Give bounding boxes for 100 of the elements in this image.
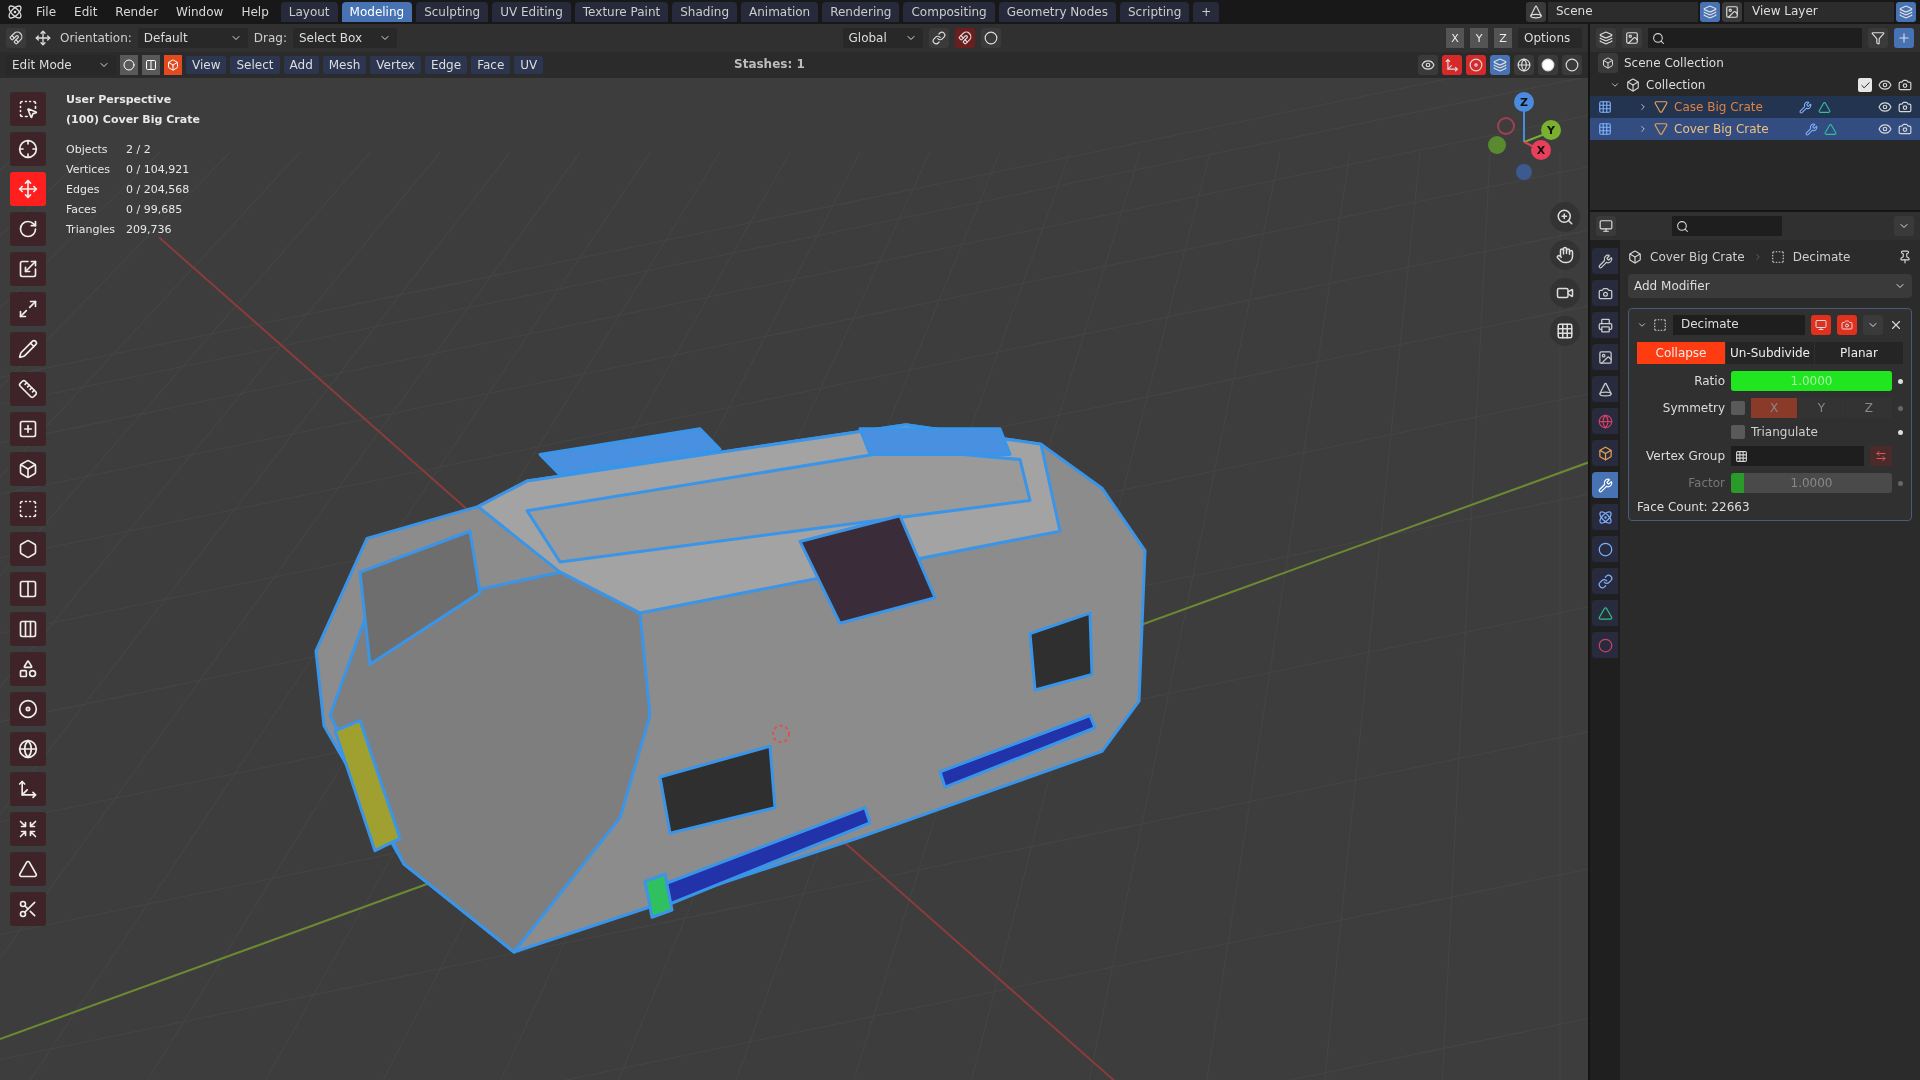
keyframe-dot-icon[interactable] <box>1898 480 1903 486</box>
workspace-tab[interactable]: Geometry Nodes <box>998 2 1116 22</box>
pin-icon[interactable] <box>1898 250 1912 264</box>
view-layer-field[interactable]: View Layer <box>1744 2 1894 22</box>
mirror-axis-toggle[interactable]: X <box>1446 28 1464 48</box>
filter-icon[interactable] <box>1868 28 1888 48</box>
menu-item[interactable]: Help <box>233 5 277 19</box>
columns-icon[interactable] <box>10 572 46 606</box>
transform-orientation-dropdown[interactable]: Global <box>842 28 923 48</box>
mesh-data-icon[interactable] <box>1592 600 1618 626</box>
move-arrows-icon[interactable] <box>10 172 46 206</box>
workspace-tab[interactable]: Shading <box>672 2 737 22</box>
keyframe-dot-icon[interactable] <box>1898 405 1903 411</box>
camera-icon[interactable] <box>1898 122 1912 136</box>
outliner-row[interactable]: Cover Big Crate <box>1590 118 1920 140</box>
edit-mode-icon[interactable] <box>1598 100 1612 114</box>
shapes-icon[interactable] <box>10 652 46 686</box>
menu-item[interactable]: Vertex <box>370 56 421 74</box>
tool-icon[interactable] <box>1592 248 1618 274</box>
zoom-icon[interactable] <box>1550 202 1580 232</box>
menu-item[interactable]: Add <box>283 56 319 74</box>
symmetry-checkbox[interactable] <box>1731 401 1745 415</box>
expand-icon[interactable] <box>1638 102 1648 112</box>
menu-item[interactable]: Render <box>107 5 167 19</box>
link-icon[interactable] <box>1592 568 1618 594</box>
drag-dropdown[interactable]: Select Box <box>293 28 397 48</box>
vertex-select-icon[interactable] <box>120 55 138 75</box>
mode-tab[interactable]: Planar <box>1815 342 1903 364</box>
image-icon[interactable] <box>1622 28 1642 48</box>
mirror-axis-toggle[interactable]: Y <box>1470 28 1488 48</box>
collapse-icon[interactable] <box>1637 320 1647 330</box>
globe-icon[interactable] <box>1592 408 1618 434</box>
grid-icon[interactable] <box>1550 316 1580 346</box>
mesh-data-icon[interactable] <box>1823 122 1837 136</box>
snap-icon[interactable] <box>954 28 975 48</box>
image-icon[interactable] <box>1722 2 1742 22</box>
include-checkbox[interactable] <box>1858 78 1872 92</box>
expand-icon[interactable] <box>1638 124 1648 134</box>
camera-icon[interactable] <box>1898 78 1912 92</box>
crosshair-icon[interactable] <box>10 132 46 166</box>
workspace-tab[interactable]: Sculpting <box>416 2 489 22</box>
add-workspace-button[interactable]: + <box>1193 2 1220 22</box>
eye-icon[interactable] <box>1878 122 1892 136</box>
particles-icon[interactable] <box>1592 504 1618 530</box>
scale-icon[interactable] <box>10 252 46 286</box>
shrink-icon[interactable] <box>10 812 46 846</box>
edit-mode-icon[interactable] <box>1598 122 1612 136</box>
mirror-axis-toggle[interactable]: Z <box>1494 28 1512 48</box>
monitor-icon[interactable] <box>1811 315 1831 335</box>
scene-icon[interactable] <box>1526 2 1546 22</box>
menu-item[interactable]: UV <box>514 56 544 74</box>
tree-item[interactable]: Cover Big Crate <box>1674 122 1769 136</box>
transform-icon[interactable] <box>10 292 46 326</box>
menu-item[interactable]: Edge <box>424 56 468 74</box>
expand-icon[interactable] <box>1610 80 1620 90</box>
move-3d-icon[interactable] <box>10 772 46 806</box>
chevron-icon[interactable] <box>1863 315 1883 335</box>
mode-dropdown[interactable]: Edit Mode <box>6 55 116 75</box>
camera-icon[interactable] <box>1550 278 1580 308</box>
pencil-icon[interactable] <box>10 332 46 366</box>
workspace-tab[interactable]: Texture Paint <box>574 2 669 22</box>
camera-icon[interactable] <box>1898 100 1912 114</box>
cone-icon[interactable] <box>1592 376 1618 402</box>
search-field[interactable] <box>1672 216 1782 236</box>
workspace-tab[interactable]: Modeling <box>341 2 413 22</box>
scissors-icon[interactable] <box>10 892 46 926</box>
search-field[interactable] <box>1648 28 1862 48</box>
tree-item[interactable]: Scene Collection <box>1624 56 1724 70</box>
close-icon[interactable] <box>1889 318 1903 332</box>
outliner-row[interactable]: Case Big Crate <box>1590 96 1920 118</box>
add-cube-icon[interactable] <box>10 412 46 446</box>
menu-item[interactable]: Window <box>168 5 232 19</box>
new-collection-icon[interactable] <box>1894 28 1914 48</box>
options-dropdown[interactable]: Options <box>1518 28 1582 48</box>
dashed-square-icon[interactable] <box>10 492 46 526</box>
menu-item[interactable]: File <box>28 5 65 19</box>
workspace-tab[interactable]: Animation <box>741 2 819 22</box>
split-columns-icon[interactable] <box>10 612 46 646</box>
solid-shading-icon[interactable] <box>1538 55 1558 75</box>
workspace-tab[interactable]: UV Editing <box>492 2 571 22</box>
orientation-dropdown[interactable]: Default <box>137 28 248 48</box>
menu-item[interactable]: Mesh <box>322 56 367 74</box>
add-modifier-dropdown[interactable]: Add Modifier <box>1628 274 1912 298</box>
menu-item[interactable]: View <box>186 56 227 74</box>
workspace-tab[interactable]: Rendering <box>822 2 900 22</box>
invert-icon[interactable] <box>1870 446 1892 466</box>
eye-icon[interactable] <box>1878 78 1892 92</box>
image-stack-icon[interactable] <box>1592 344 1618 370</box>
printer-icon[interactable] <box>1592 312 1618 338</box>
wrench-icon[interactable] <box>1592 472 1618 498</box>
edge-select-icon[interactable] <box>142 55 160 75</box>
keyframe-dot-icon[interactable] <box>1898 378 1903 384</box>
workspace-tab[interactable]: Scripting <box>1119 2 1190 22</box>
modifier-name-field[interactable]: Decimate <box>1673 315 1805 335</box>
object-icon[interactable] <box>1592 440 1618 466</box>
menu-item[interactable]: Select <box>230 56 280 74</box>
triangulate-checkbox[interactable] <box>1731 425 1745 439</box>
axis-gizmo-drawing[interactable]: Z Y X <box>1484 82 1584 194</box>
rotate-icon[interactable] <box>10 212 46 246</box>
vertex-group-field[interactable] <box>1731 446 1864 466</box>
